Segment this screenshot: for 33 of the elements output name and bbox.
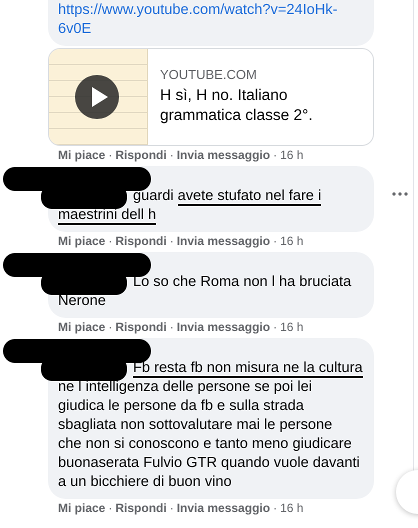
action-link[interactable]: Mi piace	[58, 148, 106, 162]
separator-dot: ·	[273, 501, 278, 515]
separator-dot: ·	[170, 234, 174, 248]
action-link[interactable]: Mi piace	[58, 234, 106, 248]
action-link[interactable]: Rispondi	[115, 234, 167, 248]
site-domain: YOUTUBE.COM	[160, 67, 258, 82]
separator-dot: ·	[108, 501, 112, 515]
separator-dot: ·	[273, 148, 278, 162]
separator-dot: ·	[170, 320, 174, 334]
action-link[interactable]: Rispondi	[115, 501, 167, 515]
action-link[interactable]: Rispondi	[115, 320, 167, 334]
separator-dot: ·	[108, 320, 112, 334]
action-link[interactable]: Mi piace	[58, 501, 106, 515]
action-link[interactable]: Rispondi	[115, 148, 167, 162]
action-link[interactable]: Invia messaggio	[176, 234, 270, 248]
video-title: H sì, H no. Italiano grammatica classe 2°.	[160, 86, 313, 126]
action-link[interactable]: Invia messaggio	[176, 501, 270, 515]
separator-dot: ·	[273, 320, 278, 334]
more-options-icon[interactable]	[392, 192, 408, 196]
timestamp: 16 h	[280, 320, 304, 334]
action-link[interactable]: Invia messaggio	[176, 320, 270, 334]
action-link[interactable]: Mi piace	[58, 320, 106, 334]
timestamp: 16 h	[280, 148, 304, 162]
separator-dot: ·	[273, 234, 278, 248]
timestamp: 16 h	[280, 501, 304, 515]
separator-dot: ·	[170, 148, 174, 162]
link-preview-card[interactable]: YOUTUBE.COM H sì, H no. Italiano grammatica classe 2°.	[48, 48, 374, 146]
action-link[interactable]: Invia messaggio	[176, 148, 270, 162]
play-icon	[75, 75, 119, 119]
separator-dot: ·	[170, 501, 174, 515]
separator-dot: ·	[108, 148, 112, 162]
separator-dot: ·	[108, 234, 112, 248]
timestamp: 16 h	[280, 234, 304, 248]
